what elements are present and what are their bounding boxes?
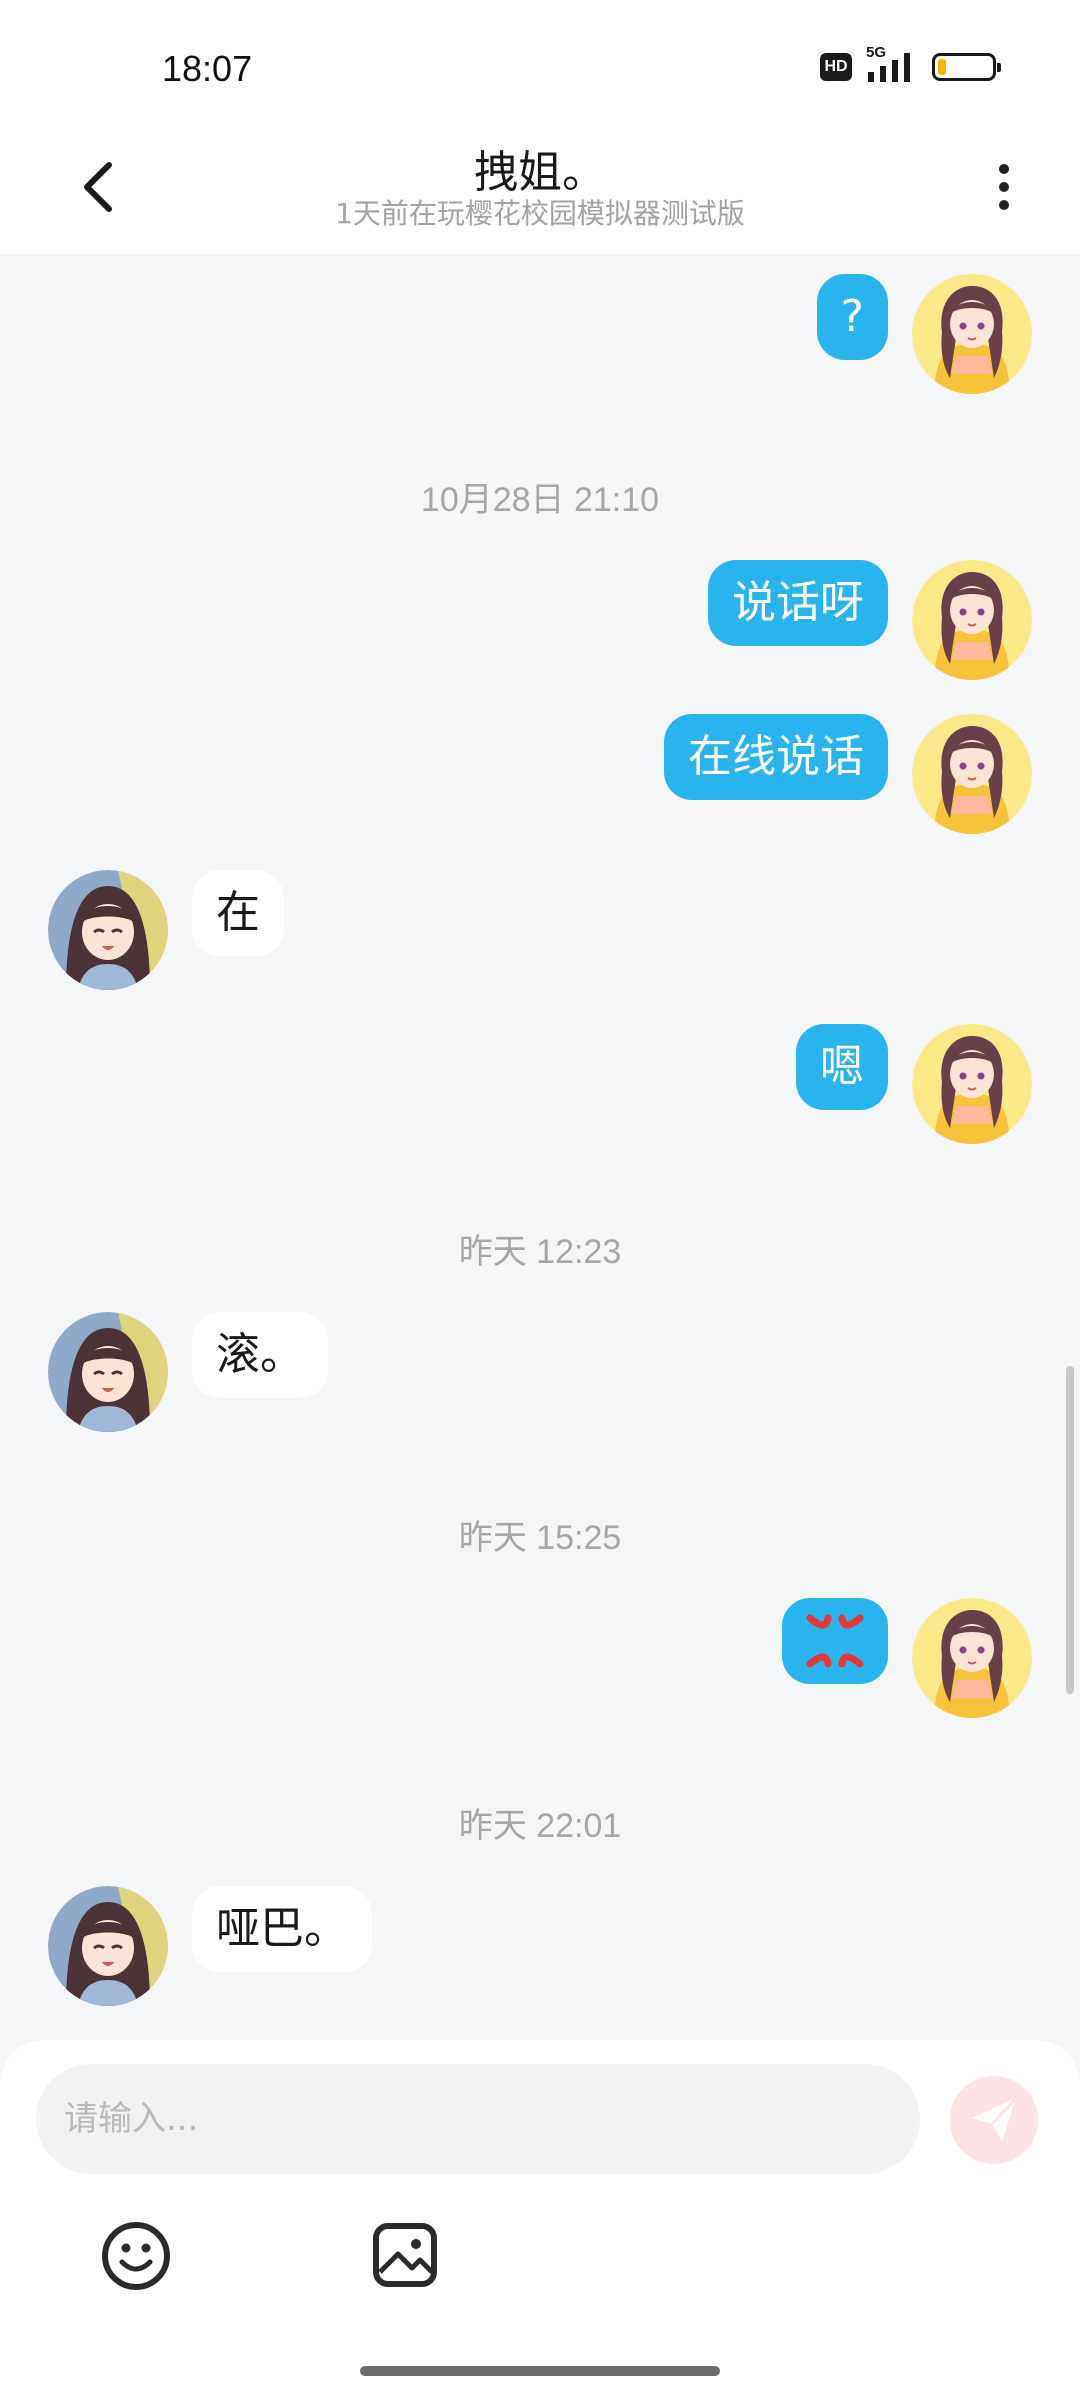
my-message-bubble[interactable]: 说话呀 (708, 560, 888, 646)
hd-icon: HD (820, 53, 852, 81)
message-timestamp: 昨天 15:25 (458, 1519, 622, 1557)
battery-icon (932, 53, 1001, 81)
more-vertical-icon[interactable] (974, 152, 1034, 222)
contact-status: 1天前在玩樱花校园模拟器测试版 (335, 197, 745, 230)
image-icon[interactable] (372, 2222, 438, 2288)
my-avatar[interactable] (912, 1598, 1032, 1718)
smiley-icon[interactable] (100, 2220, 172, 2292)
send-button[interactable] (950, 2076, 1038, 2164)
my-message-bubble[interactable]: 在线说话 (664, 714, 888, 800)
anger-symbol-icon (806, 1614, 864, 1668)
my-avatar[interactable] (912, 274, 1032, 394)
scrollbar[interactable] (1066, 1366, 1074, 1694)
my-avatar[interactable] (912, 560, 1032, 680)
contact-message-bubble[interactable]: 滚。 (192, 1312, 328, 1398)
chat-screen: 18:07 HD 5G 拽姐。 1天前在玩樱花校园模拟器测试版 ? 10月28日… (0, 0, 1080, 2400)
message-input[interactable]: 请输入... (36, 2064, 920, 2174)
my-message-bubble[interactable]: 嗯 (796, 1024, 888, 1110)
contact-message-bubble[interactable]: 哑巴。 (192, 1886, 372, 1972)
message-timestamp: 昨天 22:01 (458, 1807, 622, 1845)
message-timestamp: 10月28日 21:10 (420, 481, 660, 519)
message-timestamp: 昨天 12:23 (458, 1233, 622, 1271)
my-message-bubble[interactable] (782, 1598, 888, 1684)
contact-avatar[interactable] (48, 870, 168, 990)
status-bar: 18:07 HD 5G (0, 0, 1080, 130)
contact-avatar[interactable] (48, 1312, 168, 1432)
contact-name: 拽姐。 (474, 147, 606, 198)
message-list[interactable]: ? 10月28日 21:10 说话呀 在线说话 在 嗯 昨天 12:23 滚。 … (0, 254, 1080, 2040)
contact-message-bubble[interactable]: 在 (192, 870, 284, 956)
my-avatar[interactable] (912, 714, 1032, 834)
my-avatar[interactable] (912, 1024, 1032, 1144)
status-icons: HD 5G (820, 44, 1001, 84)
status-time: 18:07 (162, 48, 253, 89)
input-panel: 请输入... (0, 2040, 1080, 2400)
signal-5g-icon: 5G (866, 44, 918, 84)
chat-header: 拽姐。 1天前在玩樱花校园模拟器测试版 (0, 130, 1080, 254)
home-indicator[interactable] (360, 2366, 720, 2376)
paper-plane-icon (972, 2096, 1018, 2142)
contact-avatar[interactable] (48, 1886, 168, 2006)
my-message-bubble[interactable]: ? (816, 274, 888, 360)
